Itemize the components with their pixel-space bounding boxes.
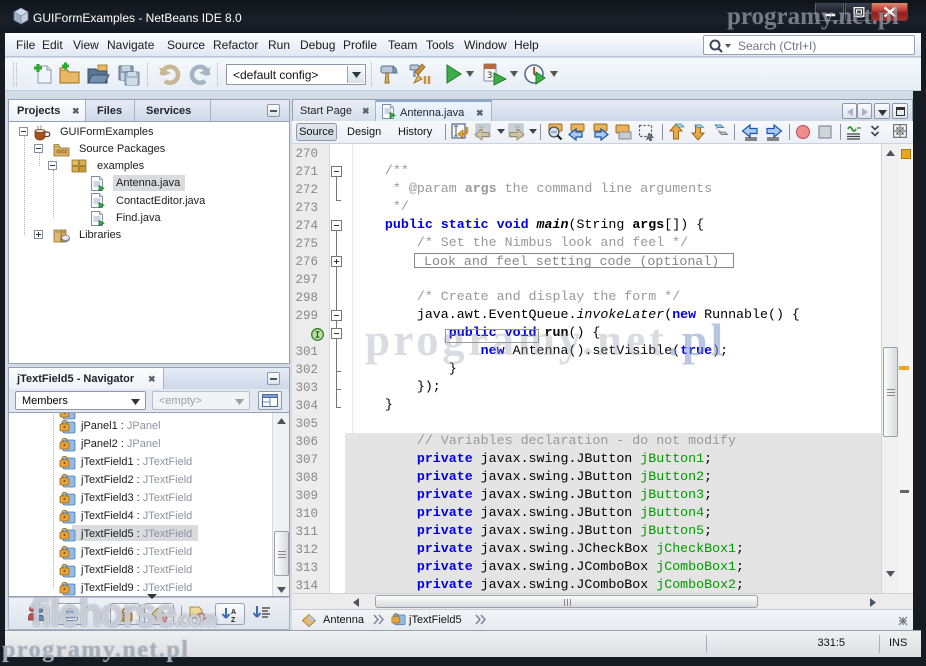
svg-text:Z: Z: [231, 617, 236, 623]
svg-text:A: A: [231, 609, 236, 616]
svg-text:3: 3: [487, 71, 492, 81]
